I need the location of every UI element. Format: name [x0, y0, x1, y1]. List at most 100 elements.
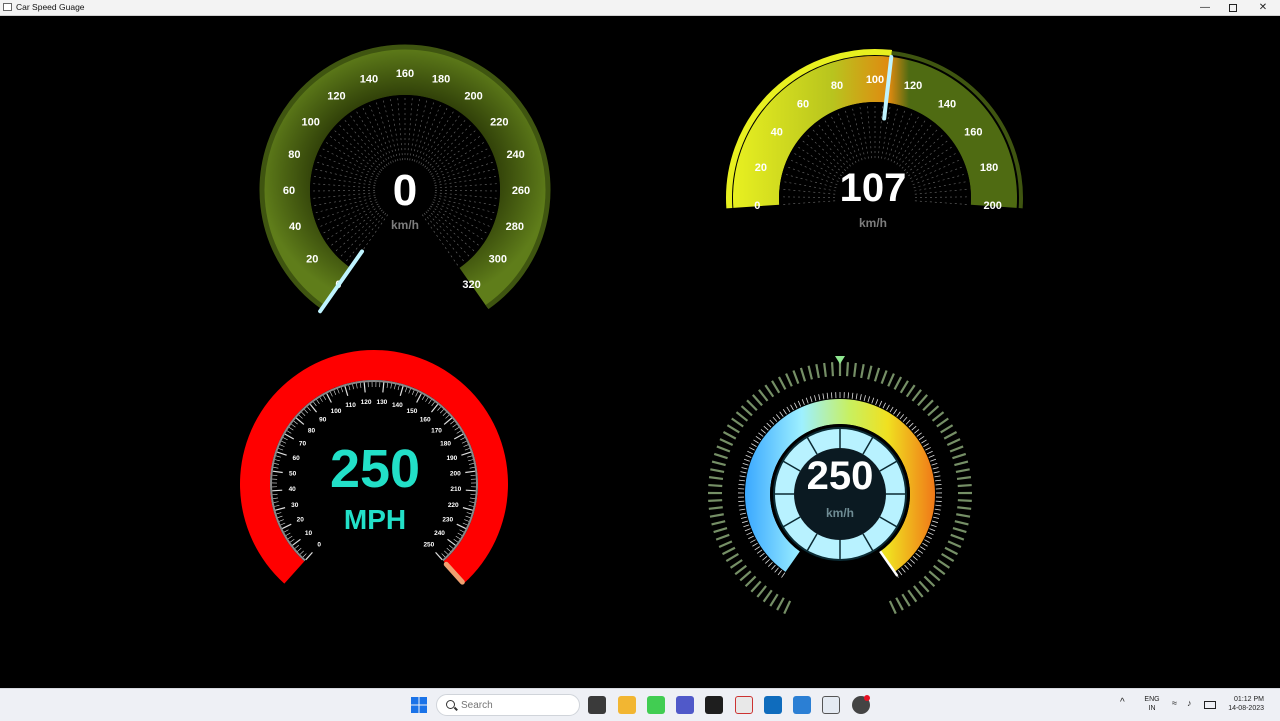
gauge-rainbow-scale-tick [914, 429, 919, 433]
speed-gauge-rainbow: 250 km/h [695, 334, 985, 614]
gauge-red-tick-label: 250 [423, 542, 434, 549]
gauge-rainbow-scale-tick [739, 505, 745, 506]
gauge-green-value: 0 [355, 166, 455, 216]
gauge-rainbow-scale-tick [767, 423, 771, 427]
gauge-green-tick-label: 240 [506, 149, 524, 161]
gauge-rainbow-outer-tick [954, 462, 968, 465]
task-view-icon[interactable] [588, 696, 606, 714]
gauge-red-tick-label: 60 [293, 455, 301, 462]
gauge-rainbow-scale-tick [823, 393, 824, 399]
gauge-green-tick-label: 180 [432, 74, 450, 86]
gauge-yellow-tick-label: 140 [938, 98, 956, 110]
volume-icon[interactable]: ♪ [1187, 699, 1192, 708]
gauge-rainbow-scale-tick [930, 529, 936, 531]
gauge-rainbow-scale-tick [864, 395, 866, 401]
gauge-rainbow-outer-tick [929, 571, 940, 580]
vivaldi-icon[interactable] [735, 696, 753, 714]
minimize-button[interactable]: — [1190, 0, 1220, 15]
gauge-rainbow-scale-tick [860, 394, 861, 400]
gauge-rainbow-scale-tick [936, 484, 942, 485]
language-indicator[interactable]: ENG IN [1140, 695, 1164, 713]
gauge-rainbow-outer-tick [726, 554, 738, 561]
gauge-rainbow-outer-tick [952, 454, 965, 458]
gauge-rainbow-outer-tick [861, 364, 864, 378]
gauge-rainbow-scale-tick [935, 505, 941, 506]
gauge-red-tick-label: 210 [450, 486, 461, 493]
gauge-rainbow-scale-tick [751, 444, 756, 447]
gauge-rainbow-scale-tick [773, 417, 777, 422]
gauge-rainbow-scale-tick [900, 414, 904, 419]
gauge-rainbow-scale-tick [746, 455, 752, 457]
gauge-red-tick-label: 200 [450, 470, 461, 477]
gauge-rainbow-scale-tick [916, 553, 921, 557]
gauge-rainbow-scale-tick [764, 426, 768, 430]
gauge-green-tick-label: 100 [302, 116, 320, 128]
search-input[interactable] [461, 698, 571, 712]
gauge-rainbow-scale-tick [739, 480, 745, 481]
gauge-rainbow-scale-tick [893, 409, 896, 414]
gauge-red-tick-label: 80 [308, 428, 316, 435]
gauge-rainbow-scale-tick [903, 417, 907, 422]
taskbar: ^ ENG IN ≈ ♪ 01:12 PM 14-08-2023 [0, 688, 1280, 721]
gauge-red-unit: MPH [310, 504, 440, 536]
clock[interactable]: 01:12 PM 14-08-2023 [1222, 695, 1264, 713]
gauge-red-tick-label: 170 [431, 428, 442, 435]
gauge-red-tick-label: 160 [420, 417, 431, 424]
gauge-rainbow-outer-tick [901, 381, 908, 393]
gauge-rainbow-outer-tick [757, 586, 766, 597]
gauge-rainbow-scale-tick [917, 433, 922, 437]
gauge-rainbow-scale-tick [935, 509, 941, 510]
gauge-rainbow-scale-tick [743, 525, 749, 527]
gauge-rainbow-scale-tick [761, 429, 766, 433]
gauge-rainbow-scale-tick [781, 573, 784, 578]
outlook-icon[interactable] [764, 696, 782, 714]
gauge-rainbow-scale-tick [933, 517, 939, 518]
wifi-icon[interactable]: ≈ [1172, 699, 1177, 708]
gauge-rainbow-outer-tick [709, 507, 723, 509]
maximize-button[interactable] [1218, 0, 1248, 15]
gauge-rainbow-outer-tick [742, 406, 752, 415]
gauge-rainbow-scale-tick [868, 396, 870, 402]
gauge-yellow-value: 107 [813, 166, 933, 211]
gauge-red-tick [466, 490, 476, 491]
designer-icon[interactable] [793, 696, 811, 714]
terminal-icon[interactable] [705, 696, 723, 714]
gauge-red-tick-label: 0 [317, 542, 321, 549]
teams-icon[interactable] [676, 696, 694, 714]
start-button[interactable] [410, 696, 428, 714]
gauge-rainbow-outer-tick [957, 477, 971, 479]
car-speed-app-icon[interactable] [822, 696, 840, 714]
gauge-rainbow-scale-tick [747, 532, 752, 534]
gauge-rainbow-outer-tick [720, 439, 733, 445]
gauge-rainbow-scale-tick [780, 412, 784, 417]
taskbar-search[interactable] [436, 694, 580, 716]
gauge-rainbow-scale-tick [930, 459, 936, 461]
gauge-rainbow-outer-tick [710, 469, 724, 472]
gauge-yellow-tick-label: 100 [866, 74, 884, 86]
gauge-rainbow-outer-tick [801, 368, 805, 381]
gauge-rainbow-scale-tick [814, 395, 816, 401]
gauge-rainbow-outer-tick [951, 535, 964, 540]
file-explorer-icon[interactable] [618, 696, 636, 714]
region-text: IN [1140, 704, 1164, 713]
gauge-red-tick-label: 20 [297, 517, 305, 524]
close-button[interactable]: ✕ [1248, 0, 1278, 15]
gauge-green-tick-label: 160 [396, 68, 414, 80]
tray-overflow-icon[interactable]: ^ [1120, 698, 1125, 707]
gauge-rainbow-outer-tick [753, 395, 762, 406]
gauge-rainbow-scale-tick [750, 540, 755, 543]
qt-creator-icon[interactable] [647, 696, 665, 714]
gauge-rainbow-scale-tick [934, 472, 940, 473]
gauge-rainbow-outer-tick [934, 566, 945, 575]
gauge-rainbow-scale-tick [756, 436, 761, 439]
gauge-rainbow-outer-tick [957, 507, 971, 509]
gauge-canvas: 0204060801001201401601802002202402602803… [0, 16, 1280, 688]
gauge-rainbow-scale-tick [791, 405, 794, 410]
gauge-rainbow-outer-tick [770, 594, 777, 606]
gauge-red-tick-label: 220 [448, 502, 459, 509]
battery-icon[interactable] [1204, 701, 1216, 709]
gauge-rainbow-outer-tick [786, 374, 792, 387]
gauge-rainbow-outer-tick [719, 541, 732, 547]
gauge-rainbow-scale-tick [934, 476, 940, 477]
window-title: Car Speed Guage [16, 2, 85, 13]
